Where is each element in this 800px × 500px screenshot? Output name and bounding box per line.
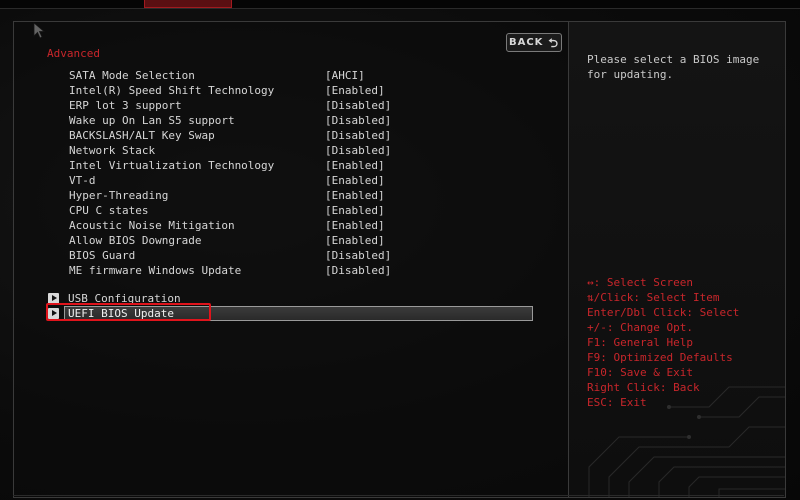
setting-label: CPU C states [69, 204, 149, 217]
setting-speed-shift[interactable]: Intel(R) Speed Shift Technology [Enabled… [69, 83, 509, 98]
setting-label: BIOS Guard [69, 249, 136, 262]
setting-value[interactable]: [Enabled] [325, 158, 385, 173]
setting-value[interactable]: [Disabled] [325, 263, 391, 278]
setting-me-firmware-update[interactable]: ME firmware Windows Update [Disabled] [69, 263, 509, 278]
setting-value[interactable]: [Disabled] [325, 128, 391, 143]
setting-bios-downgrade[interactable]: Allow BIOS Downgrade [Enabled] [69, 233, 509, 248]
section-title: Advanced [47, 47, 100, 60]
back-button-label: BACK [508, 37, 544, 48]
settings-list: SATA Mode Selection [AHCI] Intel(R) Spee… [69, 68, 509, 278]
setting-label: Network Stack [69, 144, 156, 157]
setting-backslash-alt-swap[interactable]: BACKSLASH/ALT Key Swap [Disabled] [69, 128, 509, 143]
setting-value[interactable]: [Enabled] [325, 173, 385, 188]
back-button[interactable]: BACK ⮌ [506, 33, 562, 52]
setting-label: Allow BIOS Downgrade [69, 234, 202, 247]
setting-label: ERP lot 3 support [69, 99, 182, 112]
setting-value[interactable]: [Disabled] [325, 143, 391, 158]
setting-erp-lot3[interactable]: ERP lot 3 support [Disabled] [69, 98, 509, 113]
setting-sata-mode[interactable]: SATA Mode Selection [AHCI] [69, 68, 509, 83]
annotation-highlight-box [46, 303, 211, 321]
setting-virtualization[interactable]: Intel Virtualization Technology [Enabled… [69, 158, 509, 173]
help-panel: Please select a BIOS image for updating.… [568, 21, 786, 498]
submenu-list: USB Configuration UEFI BIOS Update [46, 291, 534, 321]
top-tab-strip [0, 0, 800, 9]
setting-label: Acoustic Noise Mitigation [69, 219, 235, 232]
setting-value[interactable]: [Disabled] [325, 248, 391, 263]
setting-network-stack[interactable]: Network Stack [Disabled] [69, 143, 509, 158]
setting-vt-d[interactable]: VT-d [Enabled] [69, 173, 509, 188]
setting-hyper-threading[interactable]: Hyper-Threading [Enabled] [69, 188, 509, 203]
setting-label: BACKSLASH/ALT Key Swap [69, 129, 215, 142]
setting-cpu-c-states[interactable]: CPU C states [Enabled] [69, 203, 509, 218]
submenu-uefi-bios-update[interactable]: UEFI BIOS Update [46, 303, 534, 321]
setting-label: Intel(R) Speed Shift Technology [69, 84, 275, 97]
setting-value[interactable]: [AHCI] [325, 68, 365, 83]
setting-value[interactable]: [Disabled] [325, 113, 391, 128]
setting-value[interactable]: [Enabled] [325, 203, 385, 218]
bios-screen: Advanced BACK ⮌ SATA Mode Selection [AHC… [0, 0, 800, 500]
bottom-divider [13, 495, 784, 496]
setting-bios-guard[interactable]: BIOS Guard [Disabled] [69, 248, 509, 263]
setting-label: VT-d [69, 174, 96, 187]
help-description: Please select a BIOS image for updating. [587, 53, 760, 81]
setting-label: ME firmware Windows Update [69, 264, 242, 277]
back-arrow-icon: ⮌ [548, 35, 560, 50]
setting-value[interactable]: [Disabled] [325, 98, 391, 113]
setting-acoustic-noise[interactable]: Acoustic Noise Mitigation [Enabled] [69, 218, 509, 233]
circuit-decoration [588, 386, 785, 497]
setting-label: Wake up On Lan S5 support [69, 114, 235, 127]
settings-panel: Advanced BACK ⮌ SATA Mode Selection [AHC… [13, 21, 568, 498]
setting-value[interactable]: [Enabled] [325, 218, 385, 233]
setting-label: Intel Virtualization Technology [69, 159, 275, 172]
setting-value[interactable]: [Enabled] [325, 233, 385, 248]
tab-advanced-active[interactable] [144, 0, 232, 8]
setting-value[interactable]: [Enabled] [325, 83, 385, 98]
setting-label: Hyper-Threading [69, 189, 169, 202]
setting-label: SATA Mode Selection [69, 69, 195, 82]
setting-wake-on-lan[interactable]: Wake up On Lan S5 support [Disabled] [69, 113, 509, 128]
setting-value[interactable]: [Enabled] [325, 188, 385, 203]
key-help-item: ↔: Select Screen [587, 276, 693, 289]
